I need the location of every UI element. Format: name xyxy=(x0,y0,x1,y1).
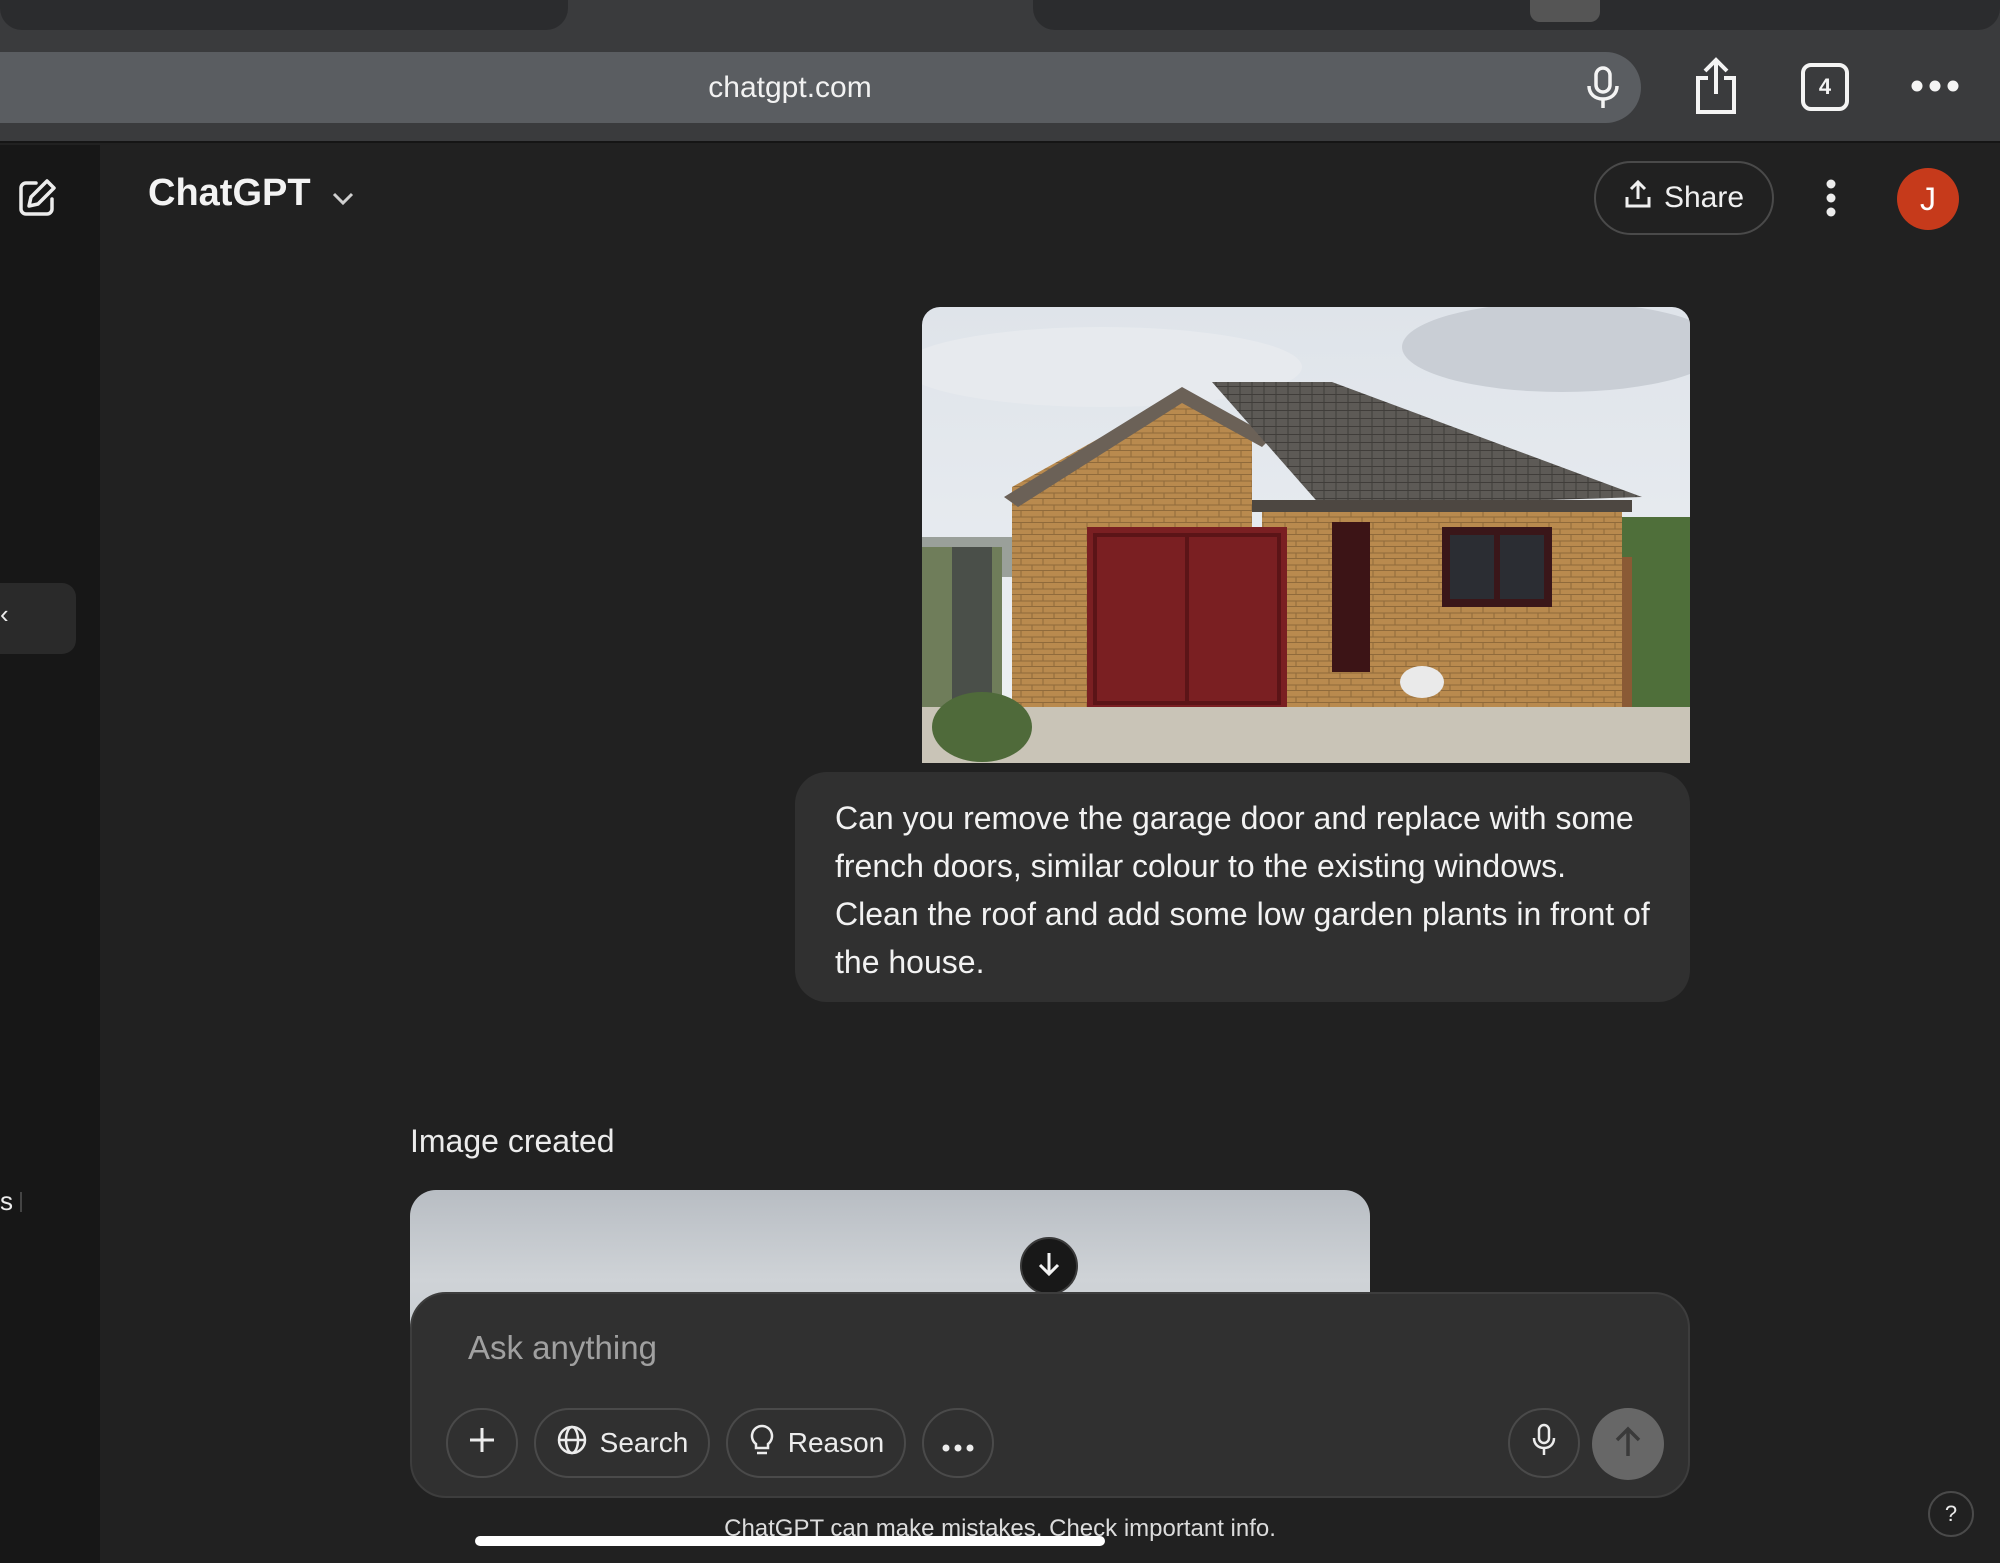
upload-icon xyxy=(1624,179,1652,217)
globe-icon xyxy=(556,1424,588,1463)
assistant-status: Image created xyxy=(410,1123,615,1159)
arrow-down-icon xyxy=(1036,1250,1062,1283)
url-text[interactable]: chatgpt.com xyxy=(0,52,1580,123)
help-button[interactable]: ? xyxy=(1928,1491,1974,1537)
share-label: Share xyxy=(1663,181,1745,214)
plus-icon xyxy=(467,1425,497,1462)
search-label: Search xyxy=(599,1427,689,1458)
divider xyxy=(20,1192,22,1212)
model-name: ChatGPT xyxy=(148,172,311,214)
model-selector[interactable]: ChatGPT xyxy=(148,172,355,216)
browser-tab[interactable] xyxy=(1033,0,2000,30)
sidebar xyxy=(0,145,100,1563)
sidebar-item-active[interactable]: ‹ xyxy=(0,583,76,654)
more-icon[interactable] xyxy=(1910,78,1960,99)
send-button[interactable] xyxy=(1592,1408,1664,1480)
dictate-button[interactable] xyxy=(1508,1408,1580,1478)
search-button[interactable]: Search xyxy=(534,1408,710,1478)
microphone-icon[interactable] xyxy=(1584,66,1622,115)
chevron-down-icon xyxy=(331,173,355,216)
more-icon xyxy=(942,1427,974,1459)
reason-label: Reason xyxy=(787,1427,885,1458)
lightbulb-icon xyxy=(748,1423,776,1464)
arrow-up-icon xyxy=(1613,1425,1643,1464)
share-button[interactable]: Share xyxy=(1594,161,1774,235)
new-chat-icon[interactable] xyxy=(16,177,58,224)
browser-tab[interactable] xyxy=(0,0,568,30)
kebab-icon[interactable] xyxy=(1824,178,1838,223)
user-uploaded-image[interactable] xyxy=(922,307,1690,763)
avatar[interactable]: J xyxy=(1897,168,1959,230)
tabs-icon[interactable]: 4 xyxy=(1801,63,1849,111)
sidebar-item-label: s xyxy=(0,1186,13,1216)
more-tools-button[interactable] xyxy=(922,1408,994,1478)
microphone-icon xyxy=(1531,1423,1557,1464)
share-icon[interactable] xyxy=(1692,56,1740,121)
attach-button[interactable] xyxy=(446,1408,518,1478)
prompt-input[interactable] xyxy=(466,1322,1570,1374)
home-indicator[interactable] xyxy=(475,1536,1105,1546)
tab-close-button[interactable] xyxy=(1530,0,1600,22)
scroll-to-bottom-button[interactable] xyxy=(1020,1237,1078,1295)
reason-button[interactable]: Reason xyxy=(726,1408,906,1478)
user-message: Can you remove the garage door and repla… xyxy=(795,772,1690,1002)
sidebar-item-label: ‹ xyxy=(0,599,9,629)
